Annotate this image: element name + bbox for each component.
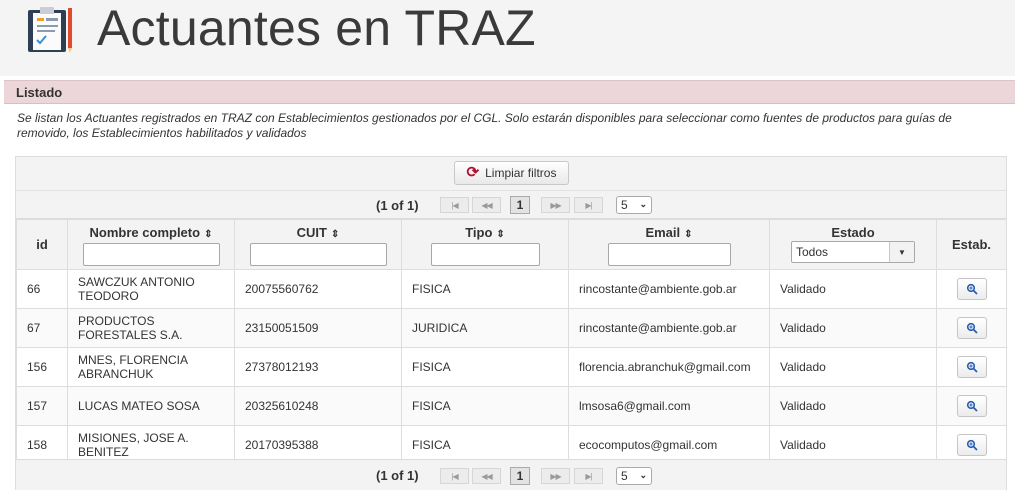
cell-nombre: SAWCZUK ANTONIO TEODORO <box>67 269 235 309</box>
view-establishments-button[interactable] <box>956 434 987 456</box>
table-header-row: id Nombre completo ⇕ CUIT ⇕ Tipo ⇕ Email ⇕ <box>16 219 1007 270</box>
cell-estab <box>936 386 1007 426</box>
magnifier-icon <box>966 361 978 373</box>
page-report: (1 of 1) <box>376 198 419 213</box>
column-header-estab: Estab. <box>936 219 1007 270</box>
cell-tipo: FISICA <box>401 269 569 309</box>
cell-estab <box>936 347 1007 387</box>
nombre-filter-input[interactable] <box>82 243 220 266</box>
clipboard-icon <box>26 4 74 54</box>
cell-id: 157 <box>16 386 68 426</box>
cell-email: rincostante@ambiente.gob.ar <box>568 269 770 309</box>
table-row: 66 SAWCZUK ANTONIO TEODORO 20075560762 F… <box>16 269 1007 309</box>
email-filter-input[interactable] <box>607 243 731 266</box>
table-row: 157 LUCAS MATEO SOSA 20325610248 FISICA … <box>16 386 1007 426</box>
panel-header: Listado <box>4 80 1015 104</box>
cell-estado: Validado <box>769 386 937 426</box>
chevron-down-icon[interactable]: ▼ <box>889 242 914 262</box>
next-page-button[interactable]: ▶▶ <box>541 468 570 484</box>
refresh-icon: ⟳ <box>466 164 480 181</box>
cell-nombre: LUCAS MATEO SOSA <box>67 386 235 426</box>
column-header-nombre[interactable]: Nombre completo ⇕ <box>67 219 235 270</box>
last-page-button[interactable]: ▶| <box>574 197 603 213</box>
panel-title: Listado <box>16 85 63 100</box>
column-header-id: id <box>16 219 68 270</box>
cuit-filter-input[interactable] <box>249 243 387 266</box>
rows-per-page-value: 5 <box>621 198 628 212</box>
first-page-button[interactable]: |◀ <box>440 197 469 213</box>
page-title: Actuantes en TRAZ <box>97 0 536 56</box>
view-establishments-button[interactable] <box>956 356 987 378</box>
table-toolbar: ⟳ Limpiar filtros <box>16 157 1006 191</box>
cell-nombre: MNES, FLORENCIA ABRANCHUK <box>67 347 235 387</box>
chevron-down-icon: ⌄ <box>639 470 647 480</box>
rows-per-page-select[interactable]: 5 ⌄ <box>616 196 652 214</box>
page-1-button[interactable]: 1 <box>510 196 530 214</box>
clear-filters-label: Limpiar filtros <box>485 166 557 180</box>
cell-estado: Validado <box>769 269 937 309</box>
clear-filters-button[interactable]: ⟳ Limpiar filtros <box>454 161 569 185</box>
cell-estado: Validado <box>769 308 937 348</box>
table-row: 67 PRODUCTOS FORESTALES S.A. 23150051509… <box>16 308 1007 348</box>
magnifier-icon <box>966 322 978 334</box>
next-page-button[interactable]: ▶▶ <box>541 197 570 213</box>
cell-cuit: 20325610248 <box>234 386 402 426</box>
prev-page-button[interactable]: ◀◀ <box>472 197 501 213</box>
cell-email: rincostante@ambiente.gob.ar <box>568 308 770 348</box>
cell-cuit: 27378012193 <box>234 347 402 387</box>
view-establishments-button[interactable] <box>956 278 987 300</box>
column-header-estado: Estado Todos ▼ <box>769 219 937 270</box>
cell-tipo: JURIDICA <box>401 308 569 348</box>
tipo-filter-input[interactable] <box>430 243 540 266</box>
cell-tipo: FISICA <box>401 386 569 426</box>
sort-icon[interactable]: ⇕ <box>204 229 212 240</box>
view-establishments-button[interactable] <box>956 395 987 417</box>
cell-email: florencia.abranchuk@gmail.com <box>568 347 770 387</box>
magnifier-icon <box>966 283 978 295</box>
view-establishments-button[interactable] <box>956 317 987 339</box>
cell-estado: Validado <box>769 347 937 387</box>
page-1-button[interactable]: 1 <box>510 467 530 485</box>
cell-id: 156 <box>16 347 68 387</box>
paginator-bottom: (1 of 1) |◀ ◀◀ 1 ▶▶ ▶| 5 ⌄ <box>16 459 1006 490</box>
rows-per-page-value: 5 <box>621 469 628 483</box>
page-header: Actuantes en TRAZ <box>0 0 1015 76</box>
cell-cuit: 23150051509 <box>234 308 402 348</box>
cell-cuit: 20075560762 <box>234 269 402 309</box>
rows-per-page-select[interactable]: 5 ⌄ <box>616 467 652 485</box>
page-report: (1 of 1) <box>376 468 419 483</box>
cell-id: 66 <box>16 269 68 309</box>
chevron-down-icon: ⌄ <box>639 199 647 209</box>
magnifier-icon <box>966 400 978 412</box>
actuantes-table: id Nombre completo ⇕ CUIT ⇕ Tipo ⇕ Email ⇕ <box>16 219 1007 465</box>
table-row: 156 MNES, FLORENCIA ABRANCHUK 2737801219… <box>16 347 1007 387</box>
first-page-button[interactable]: |◀ <box>440 468 469 484</box>
cell-nombre: PRODUCTOS FORESTALES S.A. <box>67 308 235 348</box>
last-page-button[interactable]: ▶| <box>574 468 603 484</box>
cell-id: 67 <box>16 308 68 348</box>
actuantes-datatable: ⟳ Limpiar filtros (1 of 1) |◀ ◀◀ 1 ▶▶ ▶|… <box>15 156 1007 490</box>
paginator-top: (1 of 1) |◀ ◀◀ 1 ▶▶ ▶| 5 ⌄ <box>16 191 1006 219</box>
column-header-email[interactable]: Email ⇕ <box>568 219 770 270</box>
estado-filter-select[interactable]: Todos ▼ <box>791 241 915 263</box>
estado-filter-value: Todos <box>796 245 829 259</box>
column-header-tipo[interactable]: Tipo ⇕ <box>401 219 569 270</box>
magnifier-icon <box>966 439 978 451</box>
cell-estab <box>936 308 1007 348</box>
sort-icon[interactable]: ⇕ <box>496 229 504 240</box>
cell-email: lmsosa6@gmail.com <box>568 386 770 426</box>
cell-estab <box>936 269 1007 309</box>
panel-description: Se listan los Actuantes registrados en T… <box>17 111 952 140</box>
sort-icon[interactable]: ⇕ <box>331 229 339 240</box>
column-header-cuit[interactable]: CUIT ⇕ <box>234 219 402 270</box>
cell-tipo: FISICA <box>401 347 569 387</box>
sort-icon[interactable]: ⇕ <box>684 229 692 240</box>
prev-page-button[interactable]: ◀◀ <box>472 468 501 484</box>
